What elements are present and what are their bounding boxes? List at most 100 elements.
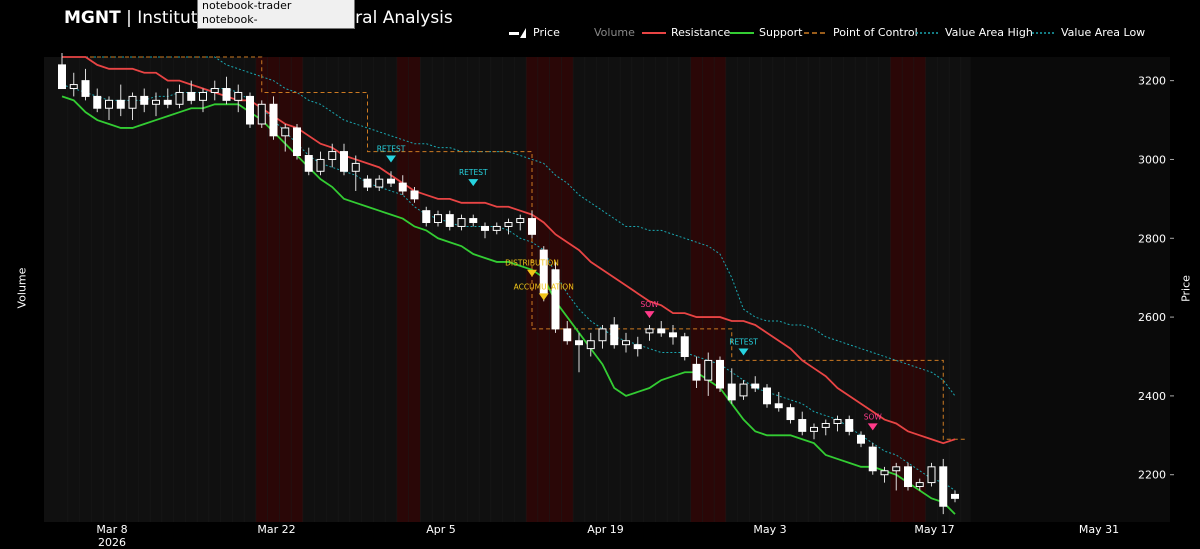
candle-body[interactable] <box>387 178 395 184</box>
candle-body[interactable] <box>293 127 301 157</box>
candle-body[interactable] <box>163 99 172 105</box>
candle-body[interactable] <box>175 91 184 105</box>
candle-body[interactable] <box>469 218 478 224</box>
candle-body[interactable] <box>798 419 807 432</box>
candle-body[interactable] <box>340 151 348 172</box>
candle-body[interactable] <box>199 91 207 101</box>
candle-body[interactable] <box>786 407 795 421</box>
candle-body[interactable] <box>58 64 66 90</box>
candle-body[interactable] <box>492 225 501 231</box>
candle-body[interactable] <box>69 84 78 90</box>
legend-item-poc[interactable]: Point of Control <box>804 26 918 39</box>
candle-body[interactable] <box>657 328 666 334</box>
candle-body[interactable] <box>727 383 736 401</box>
solid-line-icon <box>642 31 666 34</box>
candle-body[interactable] <box>410 190 419 200</box>
candle-body[interactable] <box>81 80 90 97</box>
candle-body[interactable] <box>927 466 936 484</box>
legend-item-price[interactable]: Price <box>508 26 560 39</box>
legend-item-val[interactable]: Value Area Low <box>1032 26 1145 39</box>
candle-body[interactable] <box>363 178 372 188</box>
signal-label: RETEST <box>377 144 406 153</box>
candle-body[interactable] <box>234 91 243 101</box>
x-tick-label: Mar 8 <box>96 523 127 536</box>
candle-body[interactable] <box>398 182 407 192</box>
candle-body[interactable] <box>633 344 642 350</box>
candle-body[interactable] <box>622 340 630 346</box>
candle-body[interactable] <box>422 210 431 224</box>
dashed-line-icon <box>804 31 828 34</box>
candle-body[interactable] <box>105 99 113 109</box>
candle-body[interactable] <box>563 328 572 342</box>
candle-body[interactable] <box>669 332 677 338</box>
candle-body[interactable] <box>575 340 583 346</box>
candle-body[interactable] <box>810 426 818 432</box>
candle-body[interactable] <box>528 218 536 235</box>
candle-body[interactable] <box>481 225 489 231</box>
candle-body[interactable] <box>128 95 137 109</box>
candle-body[interactable] <box>551 269 560 330</box>
candle-body[interactable] <box>739 383 748 397</box>
candle-body[interactable] <box>951 493 959 499</box>
candle-body[interactable] <box>93 95 102 109</box>
candle-body[interactable] <box>222 88 231 101</box>
candle-body[interactable] <box>304 155 313 172</box>
candle-body[interactable] <box>763 387 771 405</box>
candle-body[interactable] <box>610 324 619 346</box>
candle-body[interactable] <box>821 422 830 428</box>
candle-body[interactable] <box>457 218 466 227</box>
empty-plot-region <box>970 57 1170 522</box>
candle-body[interactable] <box>716 359 724 389</box>
candle-body[interactable] <box>598 328 607 342</box>
candle-body[interactable] <box>140 95 149 105</box>
candle-body[interactable] <box>281 127 290 137</box>
candle-body[interactable] <box>704 359 713 381</box>
signal-label: SOW <box>640 300 659 309</box>
candle-body[interactable] <box>504 222 513 227</box>
candle-body[interactable] <box>351 162 360 172</box>
candle-body[interactable] <box>880 470 889 476</box>
candle-body[interactable] <box>516 218 525 224</box>
candle-body[interactable] <box>845 419 854 432</box>
candle-body[interactable] <box>328 151 337 160</box>
x-year-label: 2026 <box>98 536 126 549</box>
y-tick-label: 2600 <box>1138 311 1166 324</box>
candle-body[interactable] <box>857 434 865 444</box>
candle-body[interactable] <box>152 99 160 105</box>
candle-body[interactable] <box>269 103 278 137</box>
price-chart[interactable]: RETEST RETEST DISTRIBUTION ACCUMULATION SOW R… <box>0 0 1200 549</box>
candle-body[interactable] <box>680 336 689 357</box>
candle-body[interactable] <box>187 91 196 101</box>
candle-body[interactable] <box>692 363 701 381</box>
legend-item-volume[interactable]: Volume <box>594 26 635 39</box>
x-tick-label: Mar 22 <box>257 523 295 536</box>
signal-label: SOW <box>864 412 883 421</box>
legend-item-vah[interactable]: Value Area High <box>916 26 1033 39</box>
candle-body[interactable] <box>904 466 912 488</box>
candle-body[interactable] <box>833 419 842 424</box>
candle-body[interactable] <box>434 214 442 224</box>
dotted-line-icon <box>1032 31 1056 34</box>
candle-body[interactable] <box>210 88 219 93</box>
candle-body[interactable] <box>868 446 877 472</box>
candle-body[interactable] <box>116 99 125 109</box>
candle-body[interactable] <box>751 383 760 389</box>
candle-body[interactable] <box>774 403 783 409</box>
candle-body[interactable] <box>939 466 948 507</box>
legend-item-support[interactable]: Support <box>730 26 802 39</box>
y-tick-label: 3000 <box>1138 153 1166 166</box>
candle-body[interactable] <box>645 328 654 334</box>
tooltip-line-1: notebook-trader <box>202 0 292 12</box>
url-tooltip: notebook-trader notebook-trader.blogspot… <box>197 0 355 40</box>
legend-item-resistance[interactable]: Resistance <box>642 26 730 39</box>
candle-body[interactable] <box>586 340 595 350</box>
dotted-line-icon <box>916 31 940 34</box>
candle-body[interactable] <box>892 466 901 472</box>
candle-body[interactable] <box>915 482 924 488</box>
x-tick-label: Apr 19 <box>587 523 624 536</box>
candle-body[interactable] <box>316 158 325 172</box>
candle-body[interactable] <box>246 95 254 125</box>
candle-body[interactable] <box>375 178 384 188</box>
candle-body[interactable] <box>257 103 266 125</box>
candle-body[interactable] <box>445 214 454 227</box>
